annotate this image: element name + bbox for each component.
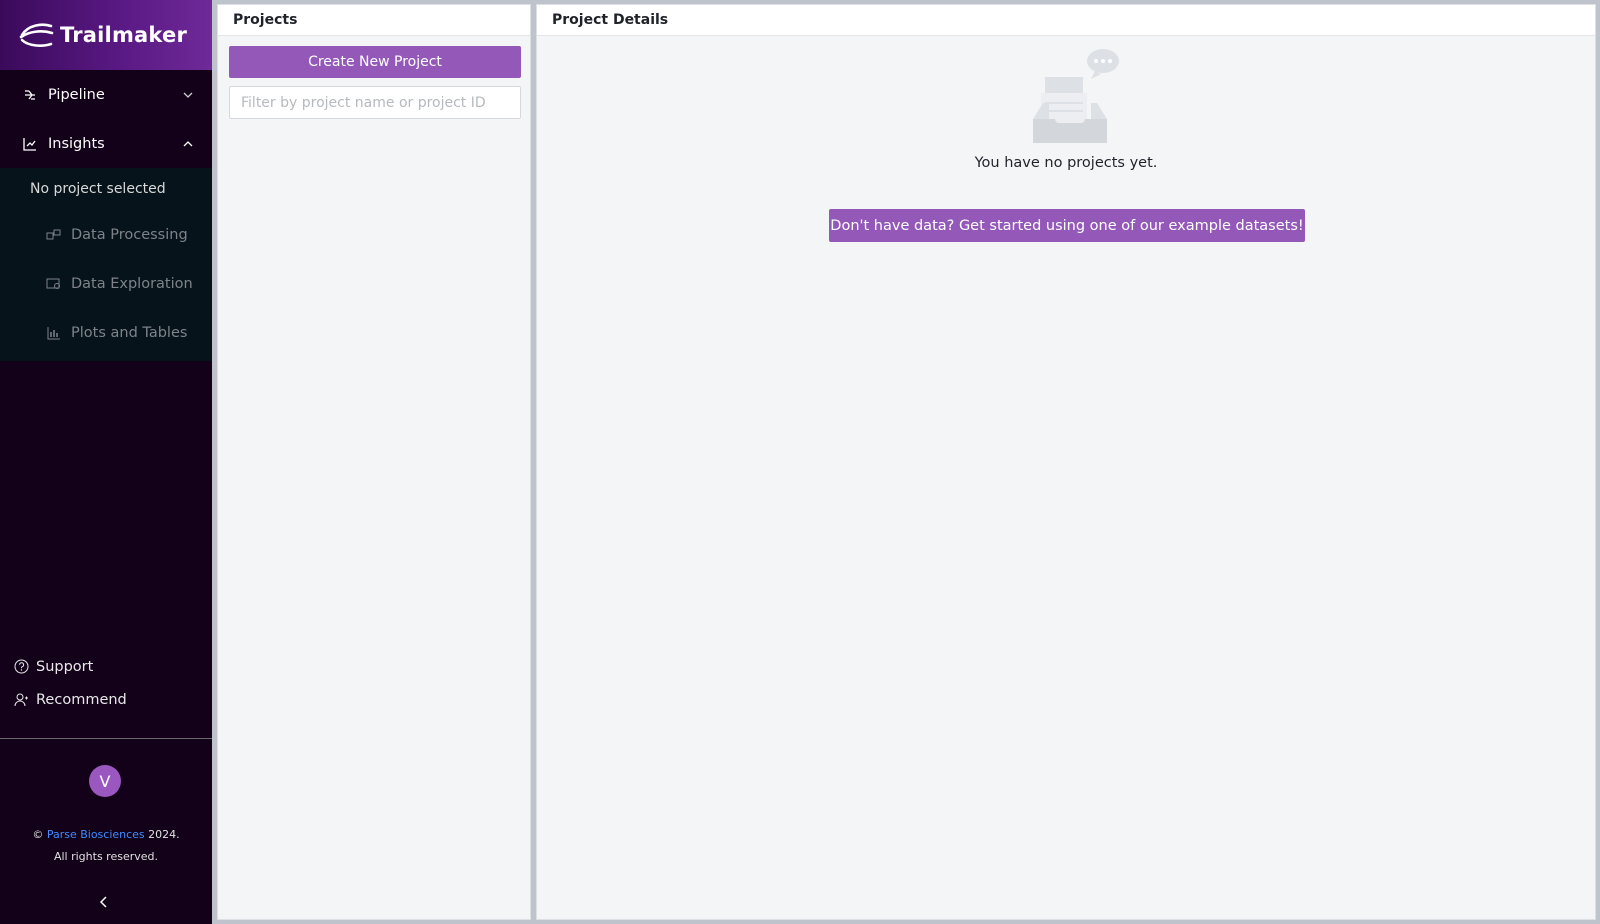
chevron-up-icon [182, 138, 194, 150]
data-processing-icon [46, 228, 62, 242]
copyright-symbol: © [32, 828, 44, 841]
project-details-panel: Project Details You have no projects yet… [536, 4, 1596, 920]
chevron-down-icon [182, 89, 194, 101]
support-label: Support [36, 658, 94, 675]
support-link[interactable]: Support [0, 650, 212, 683]
parse-biosciences-link[interactable]: Parse Biosciences [47, 828, 145, 841]
copyright-notice: © Parse Biosciences 2024. All rights res… [0, 824, 212, 868]
sidebar-item-label: Data Processing [71, 226, 188, 243]
sidebar-footer-links: Support Recommend [0, 650, 212, 716]
project-details-title: Project Details [537, 5, 1595, 36]
insights-submenu: No project selected Data Processing Data… [0, 168, 212, 361]
projects-panel: Projects Create New Project [217, 4, 531, 920]
create-new-project-button[interactable]: Create New Project [229, 46, 521, 78]
pipeline-icon [22, 87, 38, 103]
copyright-year: 2024. [148, 828, 180, 841]
example-datasets-button[interactable]: Don't have data? Get started using one o… [829, 209, 1305, 242]
sidebar-item-plots-and-tables: Plots and Tables [0, 308, 212, 357]
nav-insights[interactable]: Insights [0, 119, 212, 168]
bar-chart-icon [46, 326, 62, 340]
empty-projects-message: You have no projects yet. [974, 155, 1158, 171]
user-avatar[interactable]: V [89, 765, 121, 797]
sidebar: Trailmaker Pipeline Insights No project … [0, 0, 212, 924]
nav-pipeline[interactable]: Pipeline [0, 70, 212, 119]
sidebar-item-data-processing: Data Processing [0, 210, 212, 259]
nav-pipeline-label: Pipeline [48, 86, 105, 103]
sidebar-item-data-exploration: Data Exploration [0, 259, 212, 308]
collapse-sidebar-button[interactable] [96, 894, 112, 910]
brand-header[interactable]: Trailmaker [0, 0, 212, 70]
sidebar-divider [0, 738, 212, 739]
trailmaker-logo-icon [19, 23, 54, 47]
question-circle-icon [14, 659, 29, 674]
project-filter-input[interactable] [229, 86, 521, 119]
sidebar-item-label: Plots and Tables [71, 324, 188, 341]
no-project-status: No project selected [30, 181, 166, 197]
recommend-link[interactable]: Recommend [0, 683, 212, 716]
nav-insights-label: Insights [48, 135, 105, 152]
sidebar-item-label: Data Exploration [71, 275, 193, 292]
chart-icon [22, 136, 38, 152]
empty-inbox-icon [1033, 49, 1119, 143]
user-add-icon [14, 692, 29, 707]
recommend-label: Recommend [36, 691, 127, 708]
rights-text: All rights reserved. [53, 850, 159, 863]
data-exploration-icon [46, 277, 62, 291]
projects-panel-title: Projects [218, 5, 530, 36]
brand-name: Trailmaker [60, 23, 187, 47]
chevron-left-icon [99, 896, 107, 908]
